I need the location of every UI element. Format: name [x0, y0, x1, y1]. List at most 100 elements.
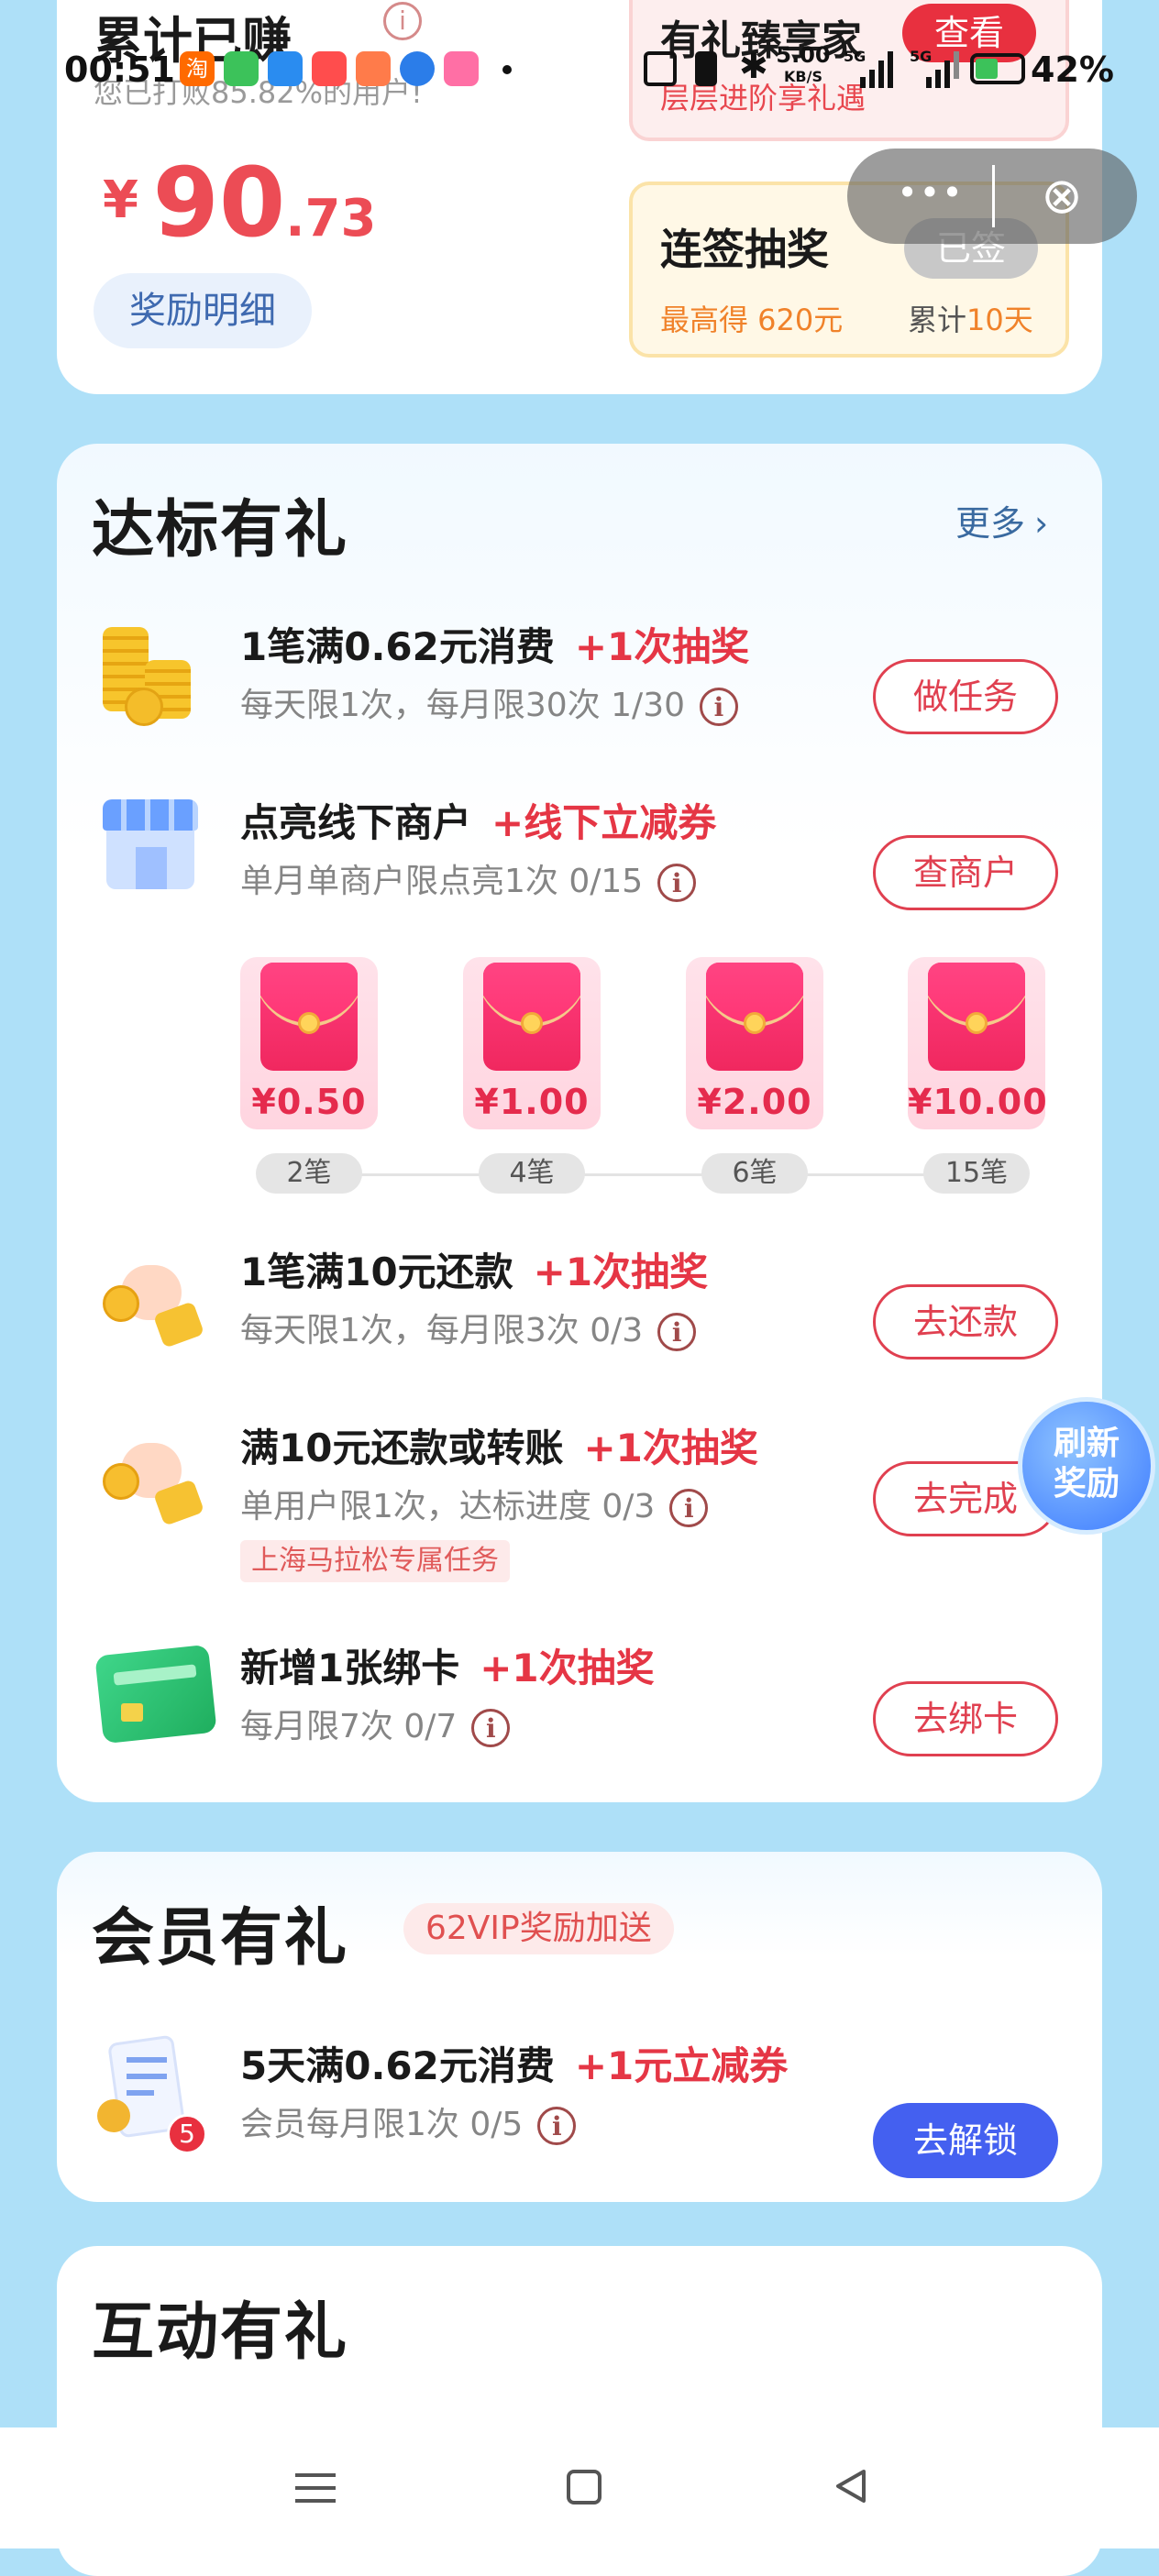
- task-reward: +1次抽奖: [480, 1646, 655, 1690]
- status-time: 00:51: [64, 50, 175, 90]
- earnings-info-icon[interactable]: i: [383, 2, 422, 40]
- task-title-text: 新增1张绑卡: [240, 1646, 460, 1690]
- task-reward: +1次抽奖: [533, 1249, 709, 1294]
- receipt-icon: 5: [94, 2034, 207, 2154]
- streak-days: 10天: [966, 303, 1033, 337]
- task-row: 5 5天满0.62元消费 +1元立减券 会员每月限1次 0/5 i 去解锁: [57, 2026, 1102, 2182]
- miniprogram-capsule: ••• ⊗: [847, 149, 1137, 244]
- chevron-right-icon: ›: [1034, 503, 1049, 544]
- battery-percent: 42%: [1031, 50, 1114, 90]
- envelope-body: [483, 963, 580, 1071]
- task-title: 满10元还款或转账 +1次抽奖: [240, 1417, 758, 1473]
- vip-bonus-badge: 62VIP奖励加送: [403, 1903, 674, 1954]
- refresh-reward-bubble[interactable]: 刷新 奖励: [1018, 1397, 1155, 1535]
- amount-integer: 90: [152, 147, 286, 259]
- task-subtitle: 每天限1次，每月限3次 0/3 i: [240, 1304, 697, 1351]
- bilibili-icon: [444, 51, 479, 86]
- exclusive-tag: 上海马拉松专属任务: [240, 1540, 510, 1582]
- envelope-body: [928, 963, 1025, 1071]
- close-icon[interactable]: ⊗: [1029, 165, 1095, 227]
- section-title-target-text: 达标有礼: [92, 494, 349, 567]
- envelope-amount: ¥10.00: [908, 1082, 1048, 1122]
- red-envelope[interactable]: ¥1.00: [463, 957, 601, 1129]
- refresh-line1: 刷新: [1053, 1425, 1120, 1462]
- envelope-count: 15笔: [923, 1153, 1030, 1194]
- battery-icon: [970, 53, 1025, 84]
- task-subtitle-text: 单用户限1次，达标进度 0/3: [240, 1488, 656, 1525]
- task-reward: +1次抽奖: [574, 624, 750, 669]
- signal-icon-1: 5G: [844, 48, 895, 88]
- bank-card-icon: [94, 1639, 217, 1749]
- info-icon[interactable]: i: [657, 1313, 697, 1351]
- task-title-text: 1笔满0.62元消费: [240, 624, 555, 669]
- section-title-member: 会员有礼: [92, 1887, 349, 1983]
- info-icon[interactable]: i: [700, 688, 738, 726]
- info-icon[interactable]: i: [669, 1489, 709, 1527]
- envelope-seal-icon: [966, 1012, 988, 1034]
- task-title: 点亮线下商户 +线下立减券: [240, 792, 716, 848]
- more-menu-icon[interactable]: •••: [880, 172, 981, 213]
- task-subtitle: 每月限7次 0/7 i: [240, 1700, 511, 1747]
- task-reward: +1次抽奖: [583, 1426, 758, 1470]
- task-title-text: 5天满0.62元消费: [240, 2043, 555, 2088]
- envelope-body: [706, 963, 803, 1071]
- task-subtitle-text: 每月限7次 0/7: [240, 1708, 458, 1745]
- task-title-text: 1笔满10元还款: [240, 1249, 513, 1294]
- red-envelope[interactable]: ¥2.00: [686, 957, 823, 1129]
- member-rewards-card: 会员有礼 62VIP奖励加送 5 5天满0.62元消费 +1元立减券 会员每月限1…: [57, 1852, 1102, 2202]
- back-icon[interactable]: [831, 2466, 871, 2506]
- task-row: 点亮线下商户 +线下立减券 单月单商户限点亮1次 0/15 i 查商户: [57, 785, 1102, 931]
- task-row: 1笔满0.62元消费 +1次抽奖 每天限1次，每月限30次 1/30 i 做任务: [57, 609, 1102, 755]
- task-title: 5天满0.62元消费 +1元立减券: [240, 2035, 788, 2091]
- target-rewards-card: 达标有礼 更多 › 1笔满0.62元消费 +1次抽奖 每天限1次，每月限30次 1/…: [57, 444, 1102, 1802]
- signal-2-label: 5G: [910, 48, 933, 65]
- unlock-button[interactable]: 去解锁: [873, 2103, 1058, 2178]
- task-title: 新增1张绑卡 +1次抽奖: [240, 1637, 655, 1693]
- section-title-interactive-text: 互动有礼: [92, 2296, 349, 2369]
- red-envelope[interactable]: ¥0.50: [240, 957, 378, 1129]
- storefront-icon: [94, 794, 204, 904]
- refresh-line2: 奖励: [1053, 1465, 1120, 1503]
- reward-detail-button[interactable]: 奖励明细: [94, 273, 312, 348]
- bind-card-button[interactable]: 去绑卡: [873, 1681, 1058, 1756]
- section-title-target: 达标有礼: [92, 479, 349, 575]
- task-title-text: 点亮线下商户: [240, 800, 472, 845]
- info-icon[interactable]: i: [471, 1709, 511, 1747]
- envelope-count: 6笔: [701, 1153, 808, 1194]
- task-row: 新增1张绑卡 +1次抽奖 每月限7次 0/7 i 去绑卡: [57, 1630, 1102, 1777]
- envelope-seal-icon: [521, 1012, 543, 1034]
- earnings-amount: ¥ 90.73: [103, 147, 376, 259]
- taobao-icon: 淘: [180, 51, 215, 86]
- task-subtitle: 每天限1次，每月限30次 1/30 i: [240, 678, 738, 726]
- net-speed-unit: KB/S: [784, 68, 822, 85]
- task-reward: +1元立减券: [574, 2043, 789, 2088]
- task-subtitle-text: 单月单商户限点亮1次 0/15: [240, 863, 644, 900]
- checkin-max-label: 最高得 620元: [660, 303, 844, 337]
- task-title: 1笔满10元还款 +1次抽奖: [240, 1241, 708, 1297]
- task-subtitle: 会员每月限1次 0/5 i: [240, 2097, 577, 2145]
- currency-symbol: ¥: [103, 171, 138, 230]
- red-envelope[interactable]: ¥10.00: [908, 957, 1048, 1129]
- info-icon[interactable]: i: [657, 864, 697, 902]
- more-link[interactable]: 更多 ›: [955, 495, 1048, 545]
- task-subtitle-text: 会员每月限1次 0/5: [240, 2106, 524, 2143]
- envelope-amount: ¥1.00: [474, 1082, 590, 1122]
- app-icon: [312, 51, 347, 86]
- section-title-member-text: 会员有礼: [92, 1902, 349, 1975]
- menu-icon[interactable]: [295, 2470, 336, 2506]
- amount-decimal: .73: [285, 189, 377, 248]
- gold-coins-icon: [94, 618, 204, 728]
- bluetooth-icon: ✱: [739, 46, 768, 86]
- streak-prefix: 累计: [908, 303, 967, 337]
- do-task-button[interactable]: 做任务: [873, 659, 1058, 734]
- envelope-count: 2笔: [256, 1153, 362, 1194]
- find-merchant-button[interactable]: 查商户: [873, 835, 1058, 910]
- info-icon[interactable]: i: [537, 2107, 577, 2145]
- repay-button[interactable]: 去还款: [873, 1284, 1058, 1360]
- browser-icon: [400, 51, 435, 86]
- net-speed: 5.00 KB/S: [774, 44, 833, 88]
- checkin-streak: 累计10天: [908, 297, 1033, 339]
- home-icon[interactable]: [567, 2470, 602, 2504]
- hand-coin-icon: [94, 1243, 205, 1353]
- signal-1-label: 5G: [844, 48, 866, 65]
